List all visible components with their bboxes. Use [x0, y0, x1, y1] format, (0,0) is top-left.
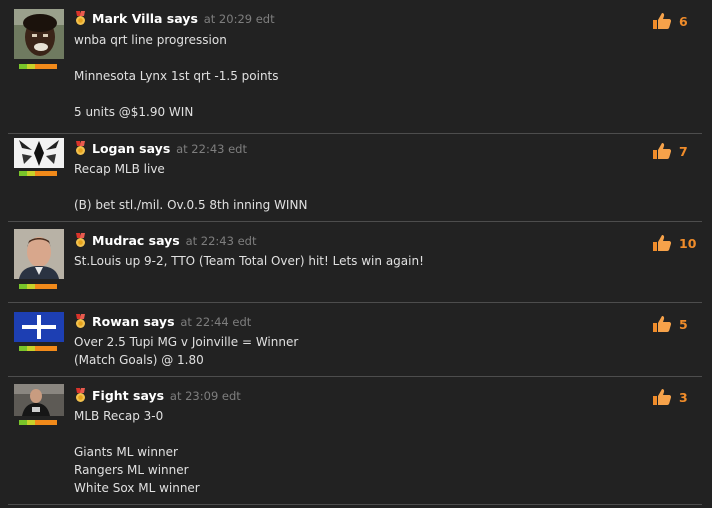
like-button[interactable]: 3: [652, 387, 712, 407]
author-name[interactable]: Fight says: [92, 388, 164, 403]
reputation-meter: [19, 420, 57, 425]
comment-feed: Mark Villa says at 20:29 edt wnba qrt li…: [0, 0, 712, 508]
comment-line: (B) bet stl./mil. Ov.0.5 8th inning WINN: [74, 198, 308, 212]
author-name[interactable]: Mudrac says: [92, 233, 180, 248]
reputation-meter: [19, 346, 57, 351]
comment-header: Logan says at 22:43 edt: [74, 141, 247, 157]
avatar[interactable]: [14, 384, 64, 416]
thumbs-up-icon: [653, 389, 672, 405]
comment-header: Rowan says at 22:44 edt: [74, 314, 251, 330]
avatar[interactable]: [14, 9, 64, 59]
reputation-meter: [19, 64, 57, 69]
comment-line: St.Louis up 9-2, TTO (Team Total Over) h…: [74, 254, 424, 268]
comment-item: Fight says at 23:09 edt MLB Recap 3-0 Gi…: [0, 377, 712, 508]
medal-icon: [76, 233, 85, 247]
like-count: 5: [679, 316, 688, 332]
author-name[interactable]: Mark Villa says: [92, 11, 198, 26]
divider: [8, 504, 702, 505]
timestamp: at 22:43 edt: [176, 142, 247, 156]
like-button[interactable]: 10: [652, 233, 712, 253]
author-name[interactable]: Rowan says: [92, 314, 175, 329]
avatar[interactable]: [14, 138, 64, 168]
author-name[interactable]: Logan says: [92, 141, 170, 156]
comment-item: Mudrac says at 22:43 edt St.Louis up 9-2…: [0, 222, 712, 303]
comment-line: Recap MLB live: [74, 162, 165, 176]
comment-item: Mark Villa says at 20:29 edt wnba qrt li…: [0, 0, 712, 134]
timestamp: at 22:44 edt: [180, 315, 252, 329]
medal-icon: [76, 388, 85, 402]
avatar[interactable]: [14, 229, 64, 279]
comment-body: wnba qrt line progression Minnesota Lynx…: [74, 31, 279, 121]
like-count: 3: [679, 389, 688, 405]
like-count: 6: [679, 13, 688, 29]
comment-body: Recap MLB live (B) bet stl./mil. Ov.0.5 …: [74, 160, 307, 214]
thumbs-up-icon: [653, 13, 672, 29]
medal-icon: [76, 11, 85, 25]
thumbs-up-icon: [653, 316, 672, 332]
like-button[interactable]: 7: [652, 141, 712, 161]
reputation-meter: [19, 171, 57, 176]
medal-icon: [76, 314, 85, 328]
comment-body: Over 2.5 Tupi MG v Joinville = Winner (M…: [74, 333, 298, 369]
comment-line: (Match Goals) @ 1.80: [74, 353, 204, 367]
timestamp: at 20:29 edt: [203, 12, 275, 26]
comment-header: Mark Villa says at 20:29 edt: [74, 11, 275, 27]
timestamp: at 22:43 edt: [185, 234, 257, 248]
comment-line: 5 units @$1.90 WIN: [74, 105, 194, 119]
timestamp: at 23:09 edt: [169, 389, 241, 403]
comment-line: Giants ML winner: [74, 445, 178, 459]
comment-body: MLB Recap 3-0 Giants ML winner Rangers M…: [74, 407, 200, 497]
like-button[interactable]: 6: [652, 11, 712, 31]
comment-line: Rangers ML winner: [74, 463, 189, 477]
comment-header: Fight says at 23:09 edt: [74, 388, 241, 404]
avatar[interactable]: [14, 312, 64, 342]
thumbs-up-icon: [653, 235, 672, 251]
comment-item: Logan says at 22:43 edt Recap MLB live (…: [0, 134, 712, 222]
medal-icon: [76, 141, 85, 155]
comment-item: Rowan says at 22:44 edt Over 2.5 Tupi MG…: [0, 303, 712, 377]
comment-body: St.Louis up 9-2, TTO (Team Total Over) h…: [74, 252, 424, 270]
like-count: 10: [679, 235, 697, 251]
comment-line: Minnesota Lynx 1st qrt -1.5 points: [74, 69, 279, 83]
reputation-meter: [19, 284, 57, 289]
thumbs-up-icon: [653, 143, 672, 159]
like-button[interactable]: 5: [652, 314, 712, 334]
comment-line: wnba qrt line progression: [74, 33, 227, 47]
comment-line: Over 2.5 Tupi MG v Joinville = Winner: [74, 335, 299, 349]
comment-line: White Sox ML winner: [74, 481, 200, 495]
comment-header: Mudrac says at 22:43 edt: [74, 233, 256, 249]
comment-line: MLB Recap 3-0: [74, 409, 164, 423]
like-count: 7: [679, 143, 688, 159]
